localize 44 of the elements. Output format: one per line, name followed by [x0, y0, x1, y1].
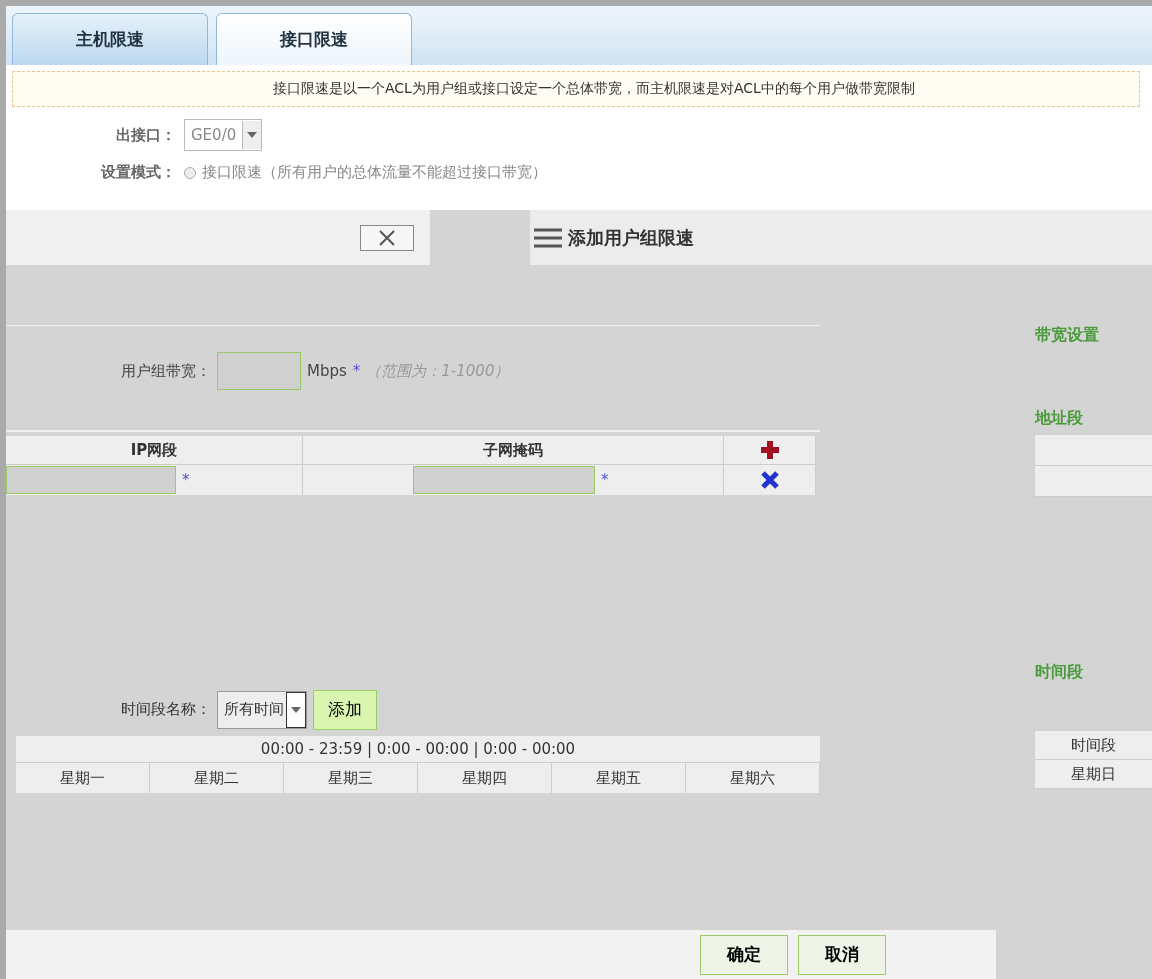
day-header: 星期四	[418, 763, 552, 793]
column-header: 子网掩码	[303, 436, 724, 464]
day-header: 星期六	[686, 763, 820, 793]
field-label: 出接口：	[115, 125, 176, 145]
field-label: 设置模式：	[99, 163, 176, 182]
time-select[interactable]: 所有时间	[217, 690, 307, 729]
mask-input[interactable]	[413, 466, 595, 494]
range-hint: （范围为：1-1000）	[366, 361, 510, 381]
ip-input[interactable]	[6, 466, 176, 494]
caret-icon	[286, 691, 306, 728]
dialog-title: 添加用户组限速	[568, 225, 694, 250]
menu-icon	[534, 227, 562, 248]
day-header: 星期三	[284, 763, 418, 793]
table-cell: 时间段	[1035, 731, 1152, 760]
field-label: 用户组带宽：	[121, 361, 211, 381]
tab[interactable]: 接口限速	[216, 13, 412, 65]
column-header: IP网段	[6, 436, 303, 464]
option-label: 接口限速（所有用户的总体流量不能超过接口带宽）	[202, 163, 547, 182]
table-cell: 星期日	[1035, 760, 1152, 789]
required-mark: *	[601, 471, 609, 489]
close-icon	[378, 228, 396, 247]
delete-icon[interactable]	[760, 471, 779, 489]
radio-button[interactable]	[184, 166, 196, 179]
close-button[interactable]	[360, 224, 414, 251]
day-header: 星期一	[16, 763, 150, 793]
interface-select[interactable]: GE0/0	[184, 119, 263, 151]
time-summary: 00:00 - 23:59 | 0:00 - 00:00 | 0:00 - 00:00	[16, 736, 820, 762]
tab[interactable]: 主机限速	[12, 13, 208, 65]
caret-icon	[242, 121, 262, 149]
add-icon[interactable]	[760, 441, 779, 459]
required-mark: *	[182, 471, 190, 489]
notice-text: 接口限速是以一个ACL为用户组或接口设定一个总体带宽，而主机限速是对ACL中的每个用户做带宽限制	[12, 71, 1140, 107]
day-header: 星期五	[552, 763, 686, 793]
add-button[interactable]: 添加	[313, 689, 377, 730]
field-label: 时间段名称：	[121, 700, 211, 719]
day-header: 星期二	[150, 763, 284, 793]
bandwidth-input[interactable]	[217, 352, 301, 390]
section-legend: 时间段	[1035, 662, 1152, 683]
unit-label: Mbps	[307, 362, 347, 380]
section-legend: 带宽设置	[1035, 325, 1152, 346]
required-mark: *	[352, 362, 361, 380]
section-legend: 地址段	[1035, 408, 1152, 429]
dialog-button[interactable]: 取消	[798, 934, 886, 975]
dialog-button[interactable]: 确定	[700, 934, 788, 975]
